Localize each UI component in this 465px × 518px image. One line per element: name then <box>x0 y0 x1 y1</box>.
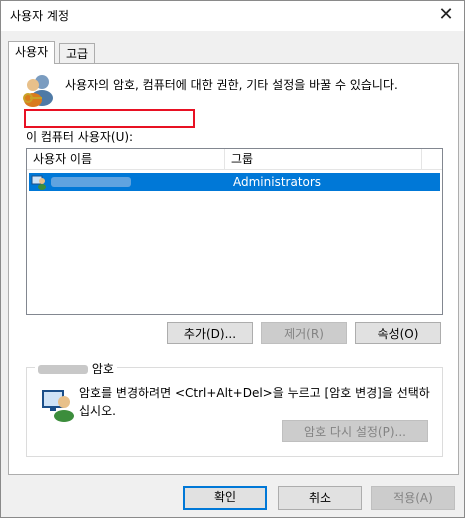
properties-button[interactable]: 속성(O) <box>355 322 441 344</box>
dialog-title: 사용자 계정 <box>10 9 70 23</box>
column-header-group[interactable]: 그룹 <box>225 149 422 169</box>
tab-advanced[interactable]: 고급 <box>59 43 96 64</box>
highlight-box <box>24 109 195 128</box>
close-icon[interactable]: ✕ <box>434 3 458 27</box>
list-header: 사용자 이름 그룹 <box>27 149 442 170</box>
user-icon <box>31 174 47 190</box>
password-group-title: 암호 <box>35 360 117 377</box>
user-accounts-dialog: 사용자 계정 ✕ 사용자 고급 사용자의 암호, 컴퓨터에 대한 권한, 기타 … <box>0 0 465 518</box>
remove-button[interactable]: 제거(R) <box>261 322 347 344</box>
row-group: Administrators <box>233 175 322 189</box>
apply-button[interactable]: 적용(A) <box>371 486 455 510</box>
add-button[interactable]: 추가(D)... <box>167 322 253 344</box>
users-icon <box>21 72 57 108</box>
users-list-label: 이 컴퓨터 사용자(U): <box>26 130 134 144</box>
password-instructions: 암호를 변경하려면 <Ctrl+Alt+Del>을 누르고 [암호 변경]을 선… <box>79 386 430 418</box>
description-text: 사용자의 암호, 컴퓨터에 대한 권한, 기타 설정을 바꿀 수 있습니다. <box>65 78 398 92</box>
title-bar: 사용자 계정 ✕ <box>1 1 464 31</box>
ok-button[interactable]: 확인 <box>183 486 267 510</box>
username-redacted-title <box>38 365 88 374</box>
tab-users[interactable]: 사용자 <box>8 41 56 64</box>
username-redacted <box>51 177 131 187</box>
password-user-icon <box>42 388 76 422</box>
table-row[interactable]: Administrators <box>29 173 440 191</box>
users-list[interactable]: 사용자 이름 그룹 Administrators <box>26 148 443 315</box>
reset-password-button[interactable]: 암호 다시 설정(P)... <box>282 420 428 442</box>
column-header-username[interactable]: 사용자 이름 <box>27 149 225 169</box>
users-tab-panel: 사용자의 암호, 컴퓨터에 대한 권한, 기타 설정을 바꿀 수 있습니다. 이… <box>8 63 459 475</box>
cancel-button[interactable]: 취소 <box>278 486 362 510</box>
password-groupbox: 암호 암호를 변경하려면 <Ctrl+Alt+Del>을 누르고 [암호 변경]… <box>26 360 443 457</box>
